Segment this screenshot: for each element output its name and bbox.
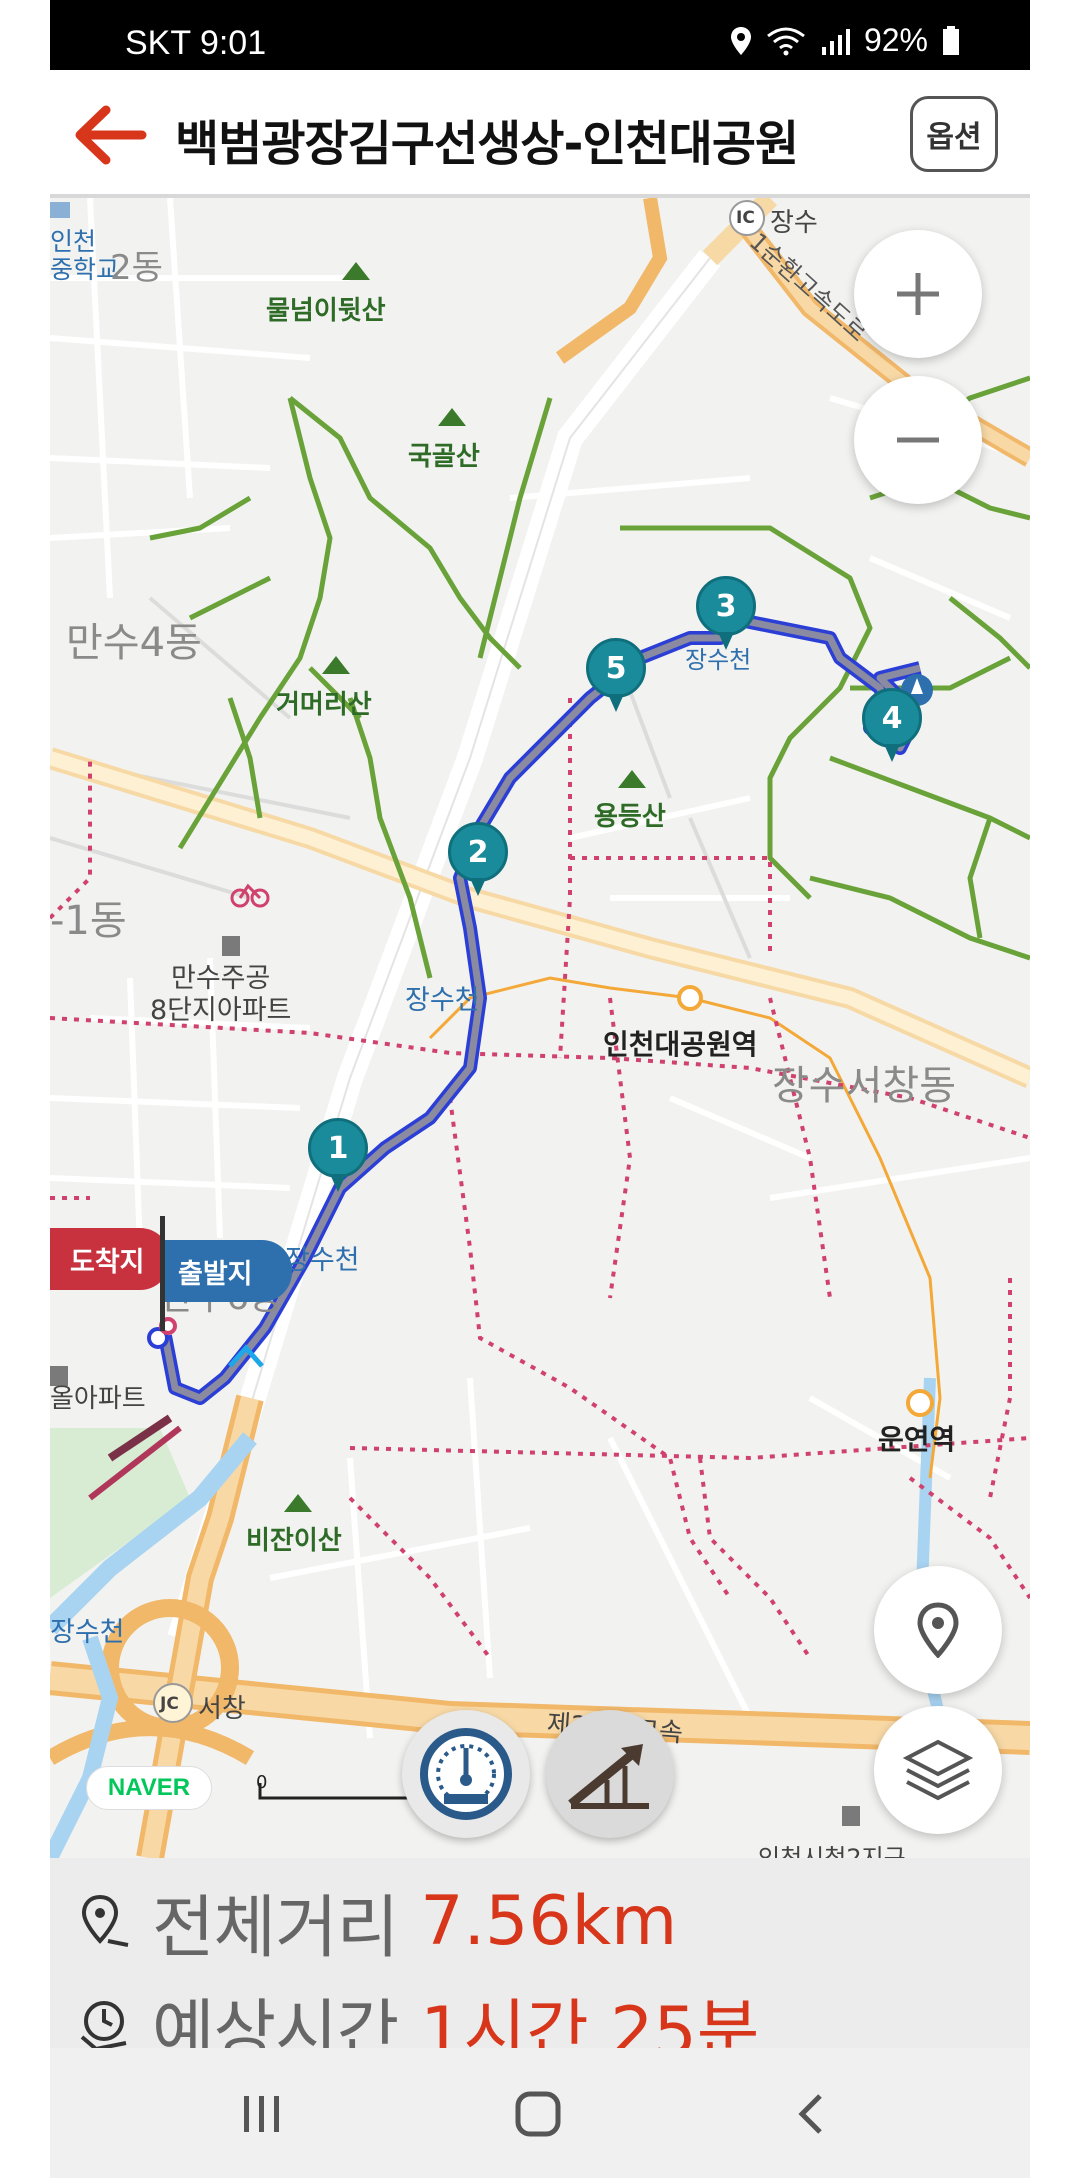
flag-pole [160,1216,165,1331]
naver-logo: NAVER [86,1766,212,1810]
back-button[interactable] [70,100,150,170]
label-yongdeung: 용등산 [594,802,666,832]
zoom-out-button[interactable] [854,376,982,504]
label-jangsu-ic: 장수 [770,208,818,238]
speedometer-icon [420,1728,512,1820]
label-mansu-apt: 만수주공 8단지아파트 [150,963,292,1026]
map-layers-button[interactable] [874,1706,1002,1834]
status-bar: SKT 9:01 92% [50,0,1030,70]
distance-value: 7.56km [420,1882,678,1961]
label-geomeori: 거머리산 [276,690,372,720]
signal-icon [821,28,850,55]
label-dong2: 2동 [110,248,163,288]
header: 백범광장김구선생상-인천대공원 옵션 [50,70,1030,198]
elevation-button[interactable] [546,1710,674,1838]
label-jangsucheon-bottom: 장수천 [50,1617,125,1648]
label-jangsu-seochang: 장수서창동 [772,1063,956,1109]
map-view[interactable]: 인천 중학교 2동 물넘이뒷산 국골산 만수4동 거머리산 -1동 만수주공 8… [50,198,1030,1858]
layers-icon [903,1739,973,1801]
distance-row: 전체거리 7.56km [78,1872,677,1971]
label-mulneomi: 물넘이뒷산 [266,296,386,326]
label-gukgol: 국골산 [408,442,480,472]
location-pin-icon [917,1602,959,1658]
plus-icon [897,273,939,315]
jc-badge: JC [160,1694,179,1714]
home-icon[interactable] [514,2090,562,2138]
status-icons: 92% [730,22,960,59]
arrival-label: 도착지 [70,1246,145,1278]
zoom-in-button[interactable] [854,230,982,358]
location-icon [730,26,751,55]
label-jangsucheon-mid: 장수천 [405,985,480,1016]
label-dong1: -1동 [50,898,127,944]
option-button[interactable]: 옵션 [910,96,998,172]
back-nav-icon[interactable] [796,2092,826,2136]
time-clock-icon [80,2000,127,2051]
label-jangsucheon-low: 장수천 [285,1245,360,1276]
label-bottom-right: 인천시청2지구 [758,1844,906,1858]
waypoint-marker-3[interactable]: 3 [696,576,756,656]
label-unyeon: 운연역 [878,1423,956,1456]
scale-zero: 0 [256,1772,268,1793]
wifi-icon [767,27,805,55]
elevation-icon [568,1744,649,1809]
speed-button[interactable] [402,1710,530,1838]
departure-label: 출발지 [178,1258,253,1290]
arrival-flag: 도착지 [50,1228,170,1290]
label-bijan: 비잔이산 [246,1526,342,1556]
page-title: 백범광장김구선생상-인천대공원 [175,116,799,172]
carrier-time: SKT 9:01 [125,24,267,62]
label-mansu4: 만수4동 [66,620,202,666]
route-info-panel: 전체거리 7.56km 예상시간 1시간 25분 [50,1858,1030,2072]
distance-label: 전체거리 [152,1889,399,1968]
current-location-button[interactable] [874,1566,1002,1694]
recent-apps-icon[interactable] [240,2094,284,2134]
ic-badge: IC [736,208,755,228]
waypoint-marker-2[interactable]: 2 [448,822,508,902]
waypoint-marker-4[interactable]: 4 [862,688,922,768]
departure-flag: 출발지 [162,1240,292,1302]
label-park-station: 인천대공원역 [603,1028,758,1061]
minus-icon [897,437,939,443]
battery-percent: 92% [863,22,928,58]
battery-icon [943,25,959,55]
waypoint-marker-5[interactable]: 5 [586,638,646,718]
waypoint-marker-1[interactable]: 1 [308,1118,368,1198]
back-arrow-icon [75,105,147,165]
distance-pin-icon [81,1894,129,1947]
system-nav-bar [50,2048,1030,2178]
label-apt-left: 올아파트 [50,1384,146,1414]
label-seochang: 서창 [198,1694,246,1724]
label-incheon-school: 인천 중학교 [50,227,120,284]
app-frame: SKT 9:01 92% 백범광장김구선생상-인천대공원 옵션 인천 중학교 2… [50,0,1030,2178]
